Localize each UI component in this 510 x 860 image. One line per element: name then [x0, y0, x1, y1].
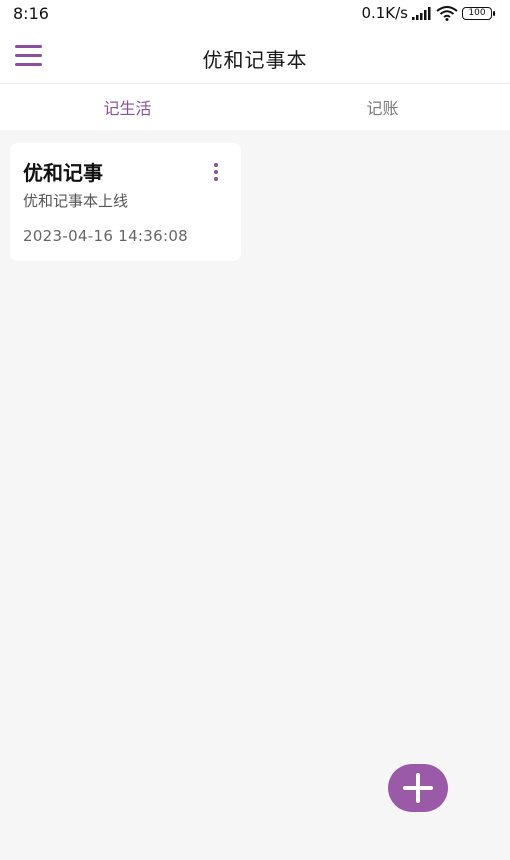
app-bar: 优和记事本: [0, 28, 510, 84]
note-title: 优和记事: [23, 161, 103, 185]
note-content: 优和记事本上线: [23, 192, 129, 210]
tab-accounting[interactable]: 记账: [255, 84, 510, 130]
status-bar: 8:16 0.1K/s 100: [0, 0, 510, 28]
page-title: 优和记事本: [202, 48, 308, 72]
add-note-button[interactable]: [388, 764, 448, 812]
more-vertical-icon[interactable]: [211, 163, 221, 181]
note-timestamp: 2023-04-16 14:36:08: [23, 227, 189, 245]
wifi-icon: [436, 5, 458, 21]
status-time: 8:16: [13, 4, 49, 23]
tab-bar: 记生活 记账: [0, 84, 510, 130]
signal-icon: [412, 6, 432, 20]
screen: 8:16 0.1K/s 100 优和记事本 记生活 记账 优和记事 优和记事本上…: [0, 0, 510, 860]
note-card[interactable]: 优和记事 优和记事本上线 2023-04-16 14:36:08: [10, 143, 241, 261]
tab-life[interactable]: 记生活: [0, 84, 255, 130]
battery-icon: 100: [462, 6, 495, 20]
status-indicators: 0.1K/s 100: [361, 4, 495, 22]
network-speed: 0.1K/s: [361, 4, 408, 22]
